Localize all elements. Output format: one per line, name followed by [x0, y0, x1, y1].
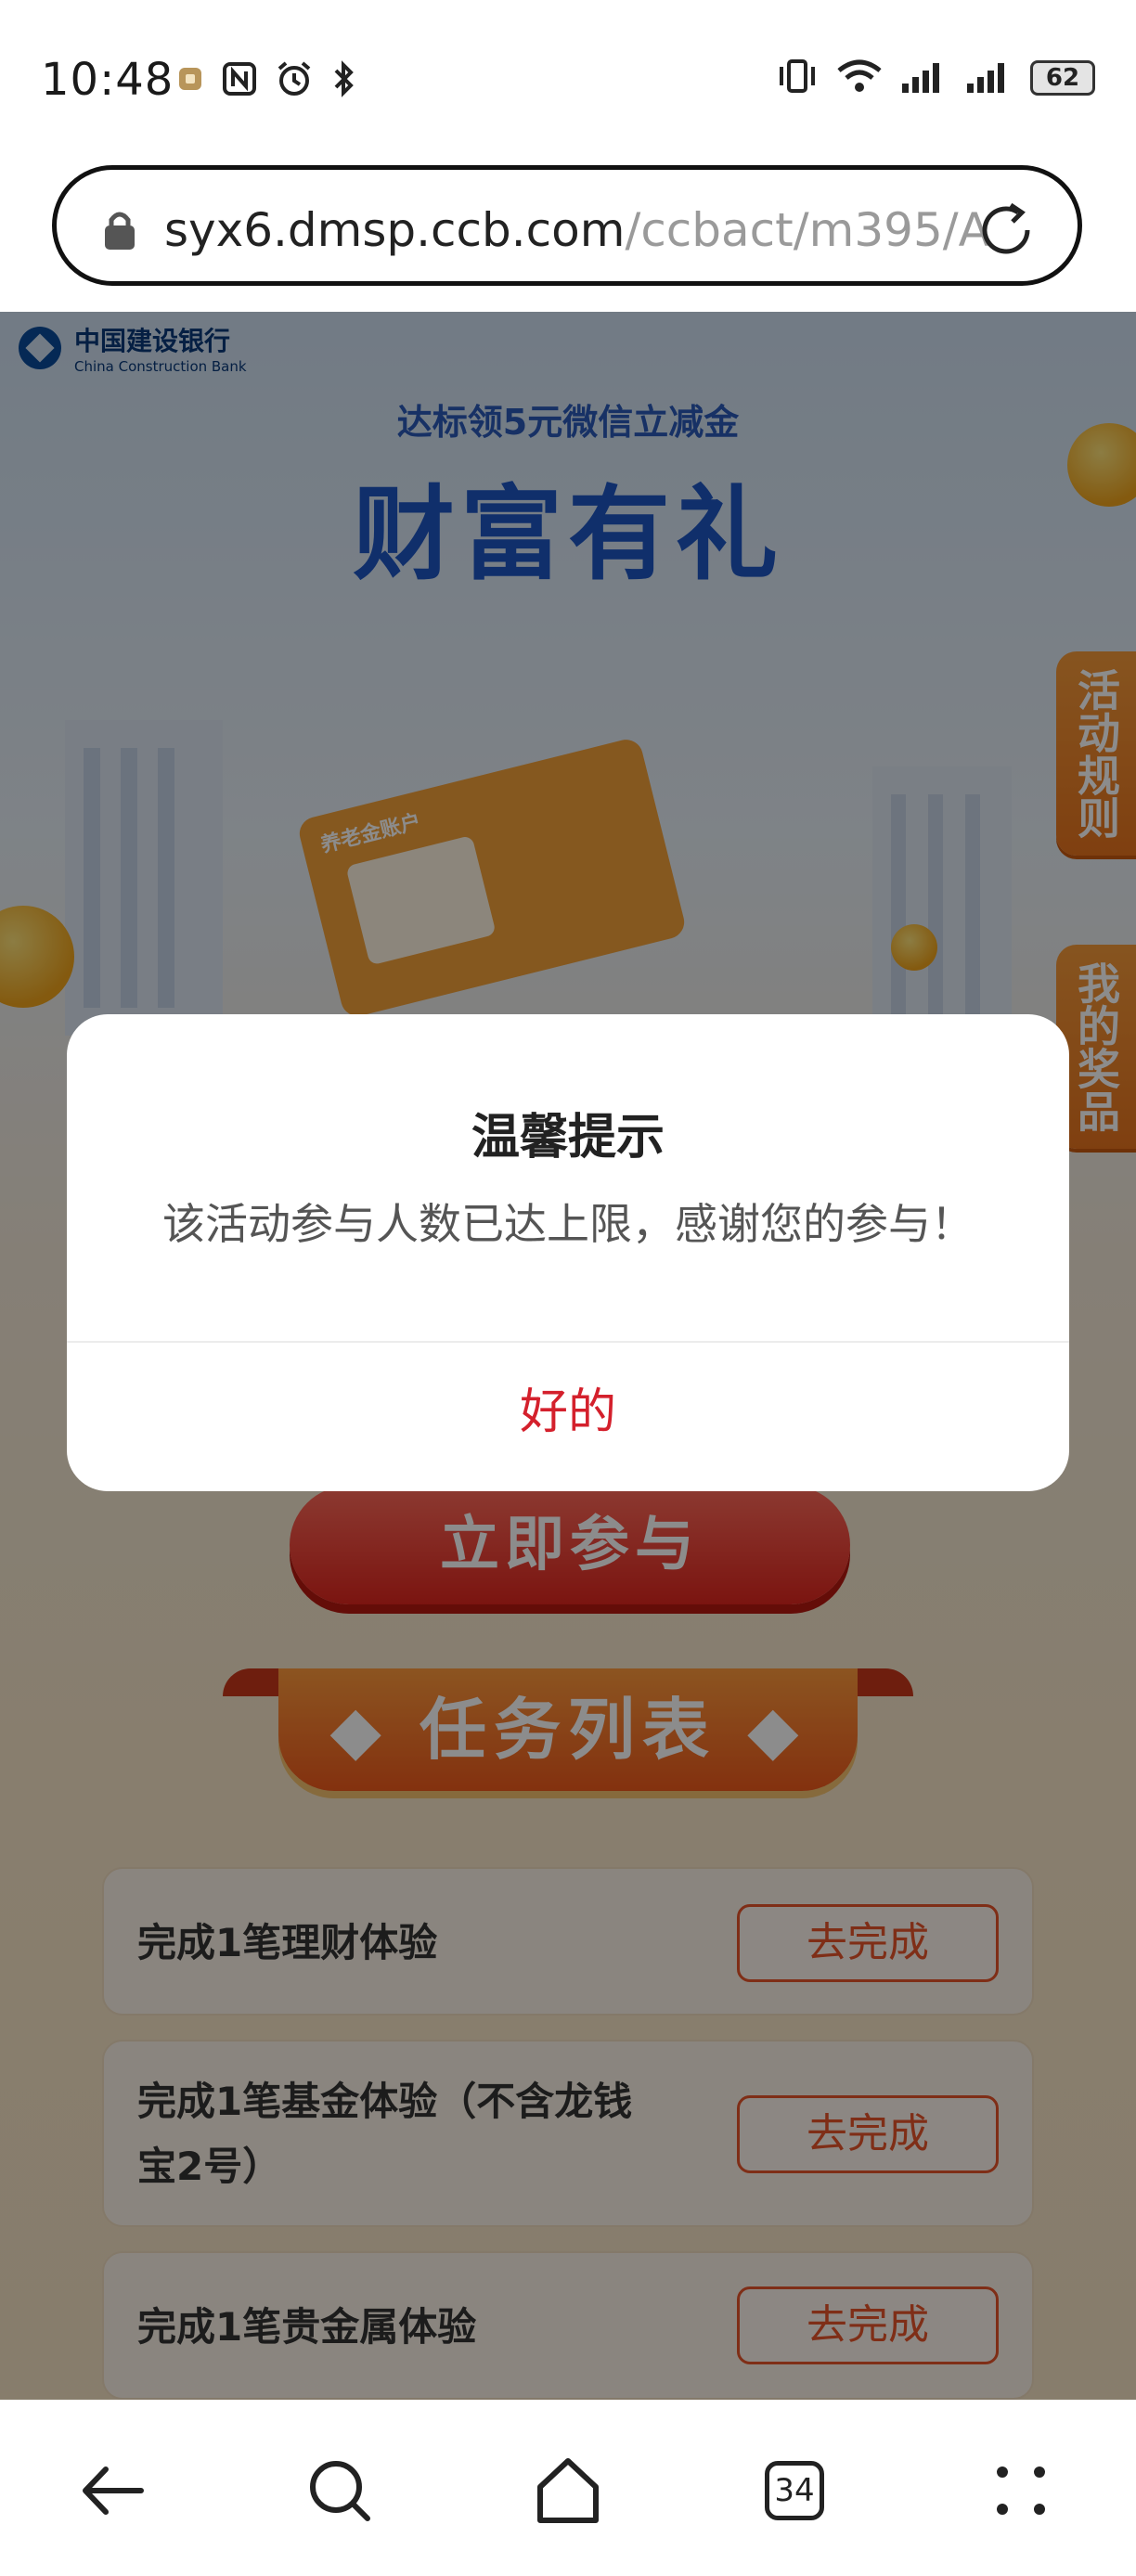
tabs-count-badge: 34	[765, 2461, 824, 2520]
bluetooth-icon	[330, 59, 356, 102]
status-time: 10:48	[41, 54, 174, 106]
dialog-title: 温馨提示	[471, 1110, 665, 1166]
home-button[interactable]	[522, 2444, 614, 2537]
back-button[interactable]	[67, 2444, 160, 2537]
lock-icon	[101, 209, 138, 255]
url-text[interactable]: syx6.dmsp.ccb.com/ccbact/m395/A	[164, 203, 990, 257]
app-notification-icon	[176, 65, 204, 97]
more-dots-icon	[997, 2467, 1045, 2515]
search-button[interactable]	[293, 2444, 386, 2537]
status-icons-right: 62	[776, 58, 1095, 98]
browser-bottom-nav: 34	[0, 2400, 1136, 2576]
back-arrow-icon	[83, 2467, 144, 2515]
status-bar: 10:48 62	[0, 0, 1136, 158]
status-icons-left	[176, 59, 356, 102]
vibrate-icon	[776, 58, 819, 98]
url-host: syx6.dmsp.ccb.com	[164, 203, 626, 257]
battery-indicator: 62	[1030, 60, 1095, 96]
notice-dialog: 温馨提示 该活动参与人数已达上限，感谢您的参与！ 好的	[67, 1014, 1069, 1491]
dialog-ok-button[interactable]: 好的	[67, 1343, 1069, 1491]
alarm-icon	[275, 59, 314, 102]
signal-icon-sim1	[900, 58, 949, 98]
search-icon	[310, 2461, 370, 2521]
home-icon	[537, 2458, 599, 2523]
signal-icon-sim2	[965, 58, 1013, 98]
nfc-icon	[221, 60, 258, 101]
address-bar[interactable]: syx6.dmsp.ccb.com/ccbact/m395/A	[52, 165, 1082, 286]
url-path: /ccbact/m395/A	[625, 203, 990, 257]
tabs-button[interactable]: 34	[748, 2444, 841, 2537]
wifi-icon	[835, 58, 884, 98]
more-menu-button[interactable]	[975, 2444, 1067, 2537]
dialog-message: 该活动参与人数已达上限，感谢您的参与！	[162, 1199, 974, 1249]
reload-icon[interactable]	[974, 198, 1039, 266]
